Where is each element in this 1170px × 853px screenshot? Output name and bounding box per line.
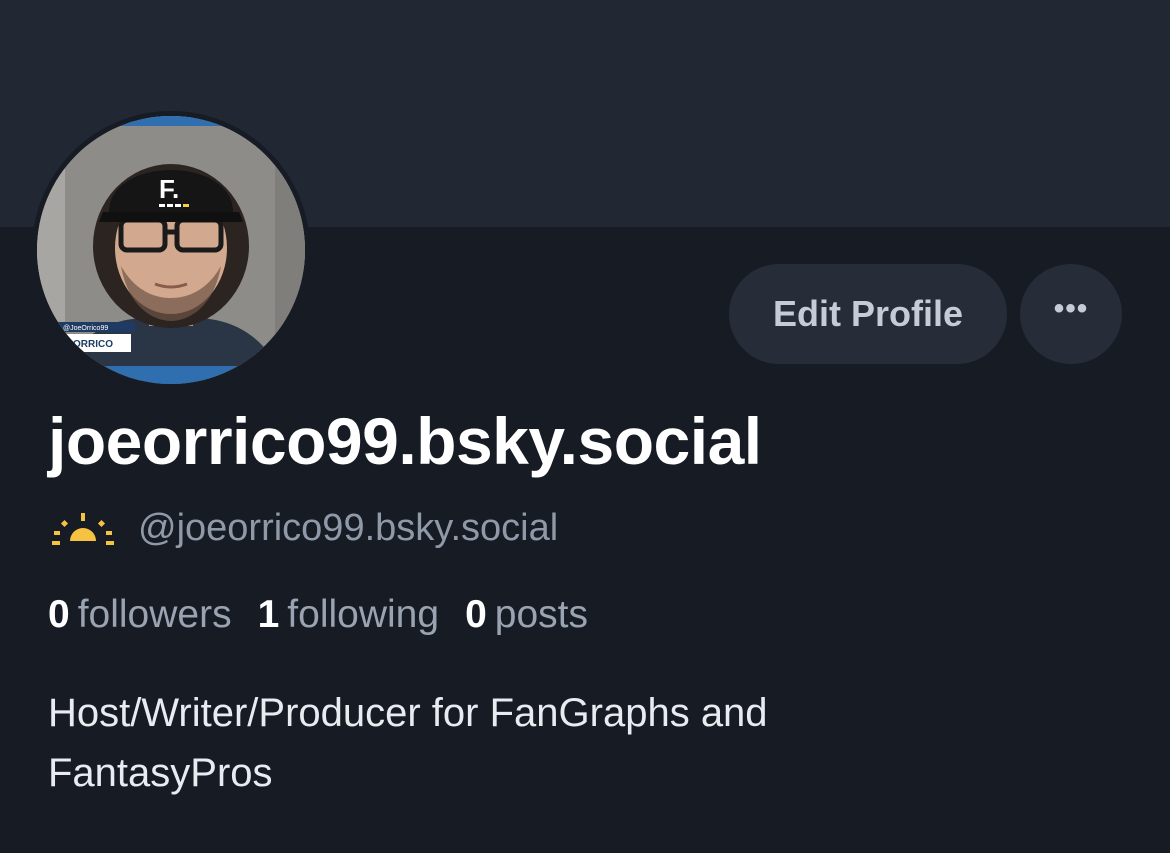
followers-count: 0 — [48, 593, 70, 636]
avatar[interactable]: F. @JoeOrrico99 ORRICO — [32, 111, 310, 389]
followers-stat[interactable]: 0 followers — [48, 593, 232, 637]
profile-stats: 0 followers 1 following 0 posts — [48, 593, 614, 639]
handle-row: @joeorrico99.bsky.social — [50, 505, 558, 551]
followers-label: followers — [77, 593, 232, 636]
more-options-icon: ••• — [1053, 292, 1089, 325]
posts-label: posts — [494, 593, 588, 636]
following-label: following — [287, 593, 440, 636]
following-stat[interactable]: 1 following — [258, 593, 439, 637]
edit-profile-label: Edit Profile — [772, 293, 964, 334]
profile-bio: Host/Writer/Producer for FanGraphs and F… — [48, 683, 1048, 803]
avatar-overlay-handle: @JoeOrrico99 — [63, 325, 108, 332]
more-options-button[interactable]: ••• — [1020, 264, 1122, 364]
bio-line-1: Host/Writer/Producer for FanGraphs and — [48, 691, 768, 735]
edit-profile-button[interactable]: Edit Profile — [729, 264, 1007, 364]
avatar-image: F. @JoeOrrico99 ORRICO — [37, 116, 305, 384]
sunrise-icon — [52, 513, 114, 545]
posts-stat: 0 posts — [465, 593, 588, 637]
avatar-overlay-name: ORRICO — [73, 339, 113, 350]
avatar-photo: F. @JoeOrrico99 ORRICO — [37, 116, 305, 384]
posts-count: 0 — [465, 593, 487, 636]
svg-text:F.: F. — [159, 174, 179, 204]
profile-handle: @joeorrico99.bsky.social — [138, 506, 559, 549]
display-name: joeorrico99.bsky.social — [48, 404, 762, 478]
bio-line-2: FantasyPros — [48, 751, 273, 795]
following-count: 1 — [257, 593, 280, 636]
